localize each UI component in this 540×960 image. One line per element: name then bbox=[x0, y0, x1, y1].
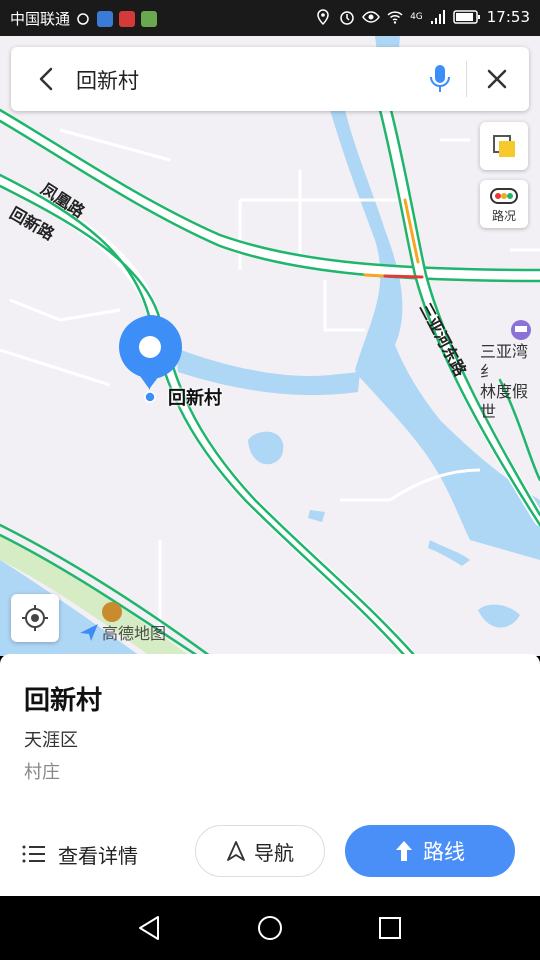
status-right: 4G 17:53 bbox=[314, 8, 530, 26]
navigate-label: 导航 bbox=[254, 840, 294, 865]
wifi-icon bbox=[387, 11, 403, 24]
signal-icon bbox=[430, 10, 445, 24]
location-icon bbox=[317, 9, 329, 26]
crosshair-icon bbox=[22, 605, 48, 631]
traffic-button[interactable]: 路况 bbox=[480, 180, 528, 228]
status-bar: 中国联通 4G 17:53 bbox=[0, 0, 540, 36]
status-left: 中国联通 bbox=[10, 8, 158, 29]
traffic-light-icon bbox=[490, 188, 518, 204]
notification-icon bbox=[77, 12, 89, 25]
alarm-icon bbox=[340, 11, 354, 25]
system-nav-bar bbox=[0, 896, 540, 960]
route-label: 路线 bbox=[423, 840, 465, 864]
pond-2 bbox=[308, 510, 325, 522]
map-view[interactable]: 凤凰路 回新路 三亚河东路 三亚湾纟 林度假世 bbox=[0, 36, 540, 656]
carrier-name: 中国联通 bbox=[10, 10, 71, 28]
place-detail-sheet: 回新村 天涯区 村庄 查看详情 导航 路线 bbox=[0, 654, 540, 896]
microphone-icon[interactable] bbox=[425, 61, 455, 97]
home-circle-icon[interactable] bbox=[254, 912, 286, 944]
place-type: 村庄 bbox=[24, 762, 60, 783]
view-details-label: 查看详情 bbox=[58, 843, 138, 868]
nearby-poi-label: 三亚湾纟 林度假世 bbox=[480, 342, 529, 421]
pond-4 bbox=[478, 604, 520, 628]
app-notification-icon-1 bbox=[97, 10, 114, 27]
traffic-label: 路况 bbox=[491, 209, 516, 223]
layers-icon bbox=[493, 135, 515, 157]
search-input[interactable]: 回新村 bbox=[76, 65, 139, 95]
place-district: 天涯区 bbox=[24, 730, 78, 751]
amap-logo-icon bbox=[80, 624, 98, 641]
pond-3 bbox=[428, 540, 470, 566]
navigation-arrow-icon bbox=[227, 841, 245, 861]
locate-button[interactable] bbox=[11, 594, 59, 642]
pond-1 bbox=[248, 431, 284, 465]
recents-square-icon[interactable] bbox=[374, 912, 406, 944]
layers-button[interactable] bbox=[480, 122, 528, 170]
list-icon bbox=[22, 845, 45, 863]
battery-icon bbox=[453, 10, 480, 24]
clock: 17:53 bbox=[486, 8, 530, 26]
poi-bank-icon bbox=[102, 602, 122, 622]
route-button[interactable]: 路线 bbox=[345, 825, 515, 877]
view-details-button[interactable]: 查看详情 bbox=[22, 836, 138, 872]
search-divider bbox=[466, 61, 467, 97]
place-title: 回新村 bbox=[24, 686, 103, 716]
eye-icon bbox=[362, 11, 380, 23]
network-type: 4G bbox=[410, 12, 423, 22]
app-notification-icon-2 bbox=[119, 10, 136, 27]
poi-marker-label: 回新村 bbox=[168, 388, 222, 409]
map-watermark: 高德地图 bbox=[78, 620, 166, 644]
route-arrow-icon bbox=[396, 841, 412, 861]
navigate-button[interactable]: 导航 bbox=[195, 825, 325, 877]
close-icon[interactable] bbox=[481, 63, 513, 95]
back-triangle-icon[interactable] bbox=[134, 912, 166, 944]
search-bar[interactable]: 回新村 bbox=[11, 47, 529, 111]
back-arrow-icon[interactable] bbox=[31, 63, 63, 95]
app-notification-icon-3 bbox=[141, 10, 158, 27]
